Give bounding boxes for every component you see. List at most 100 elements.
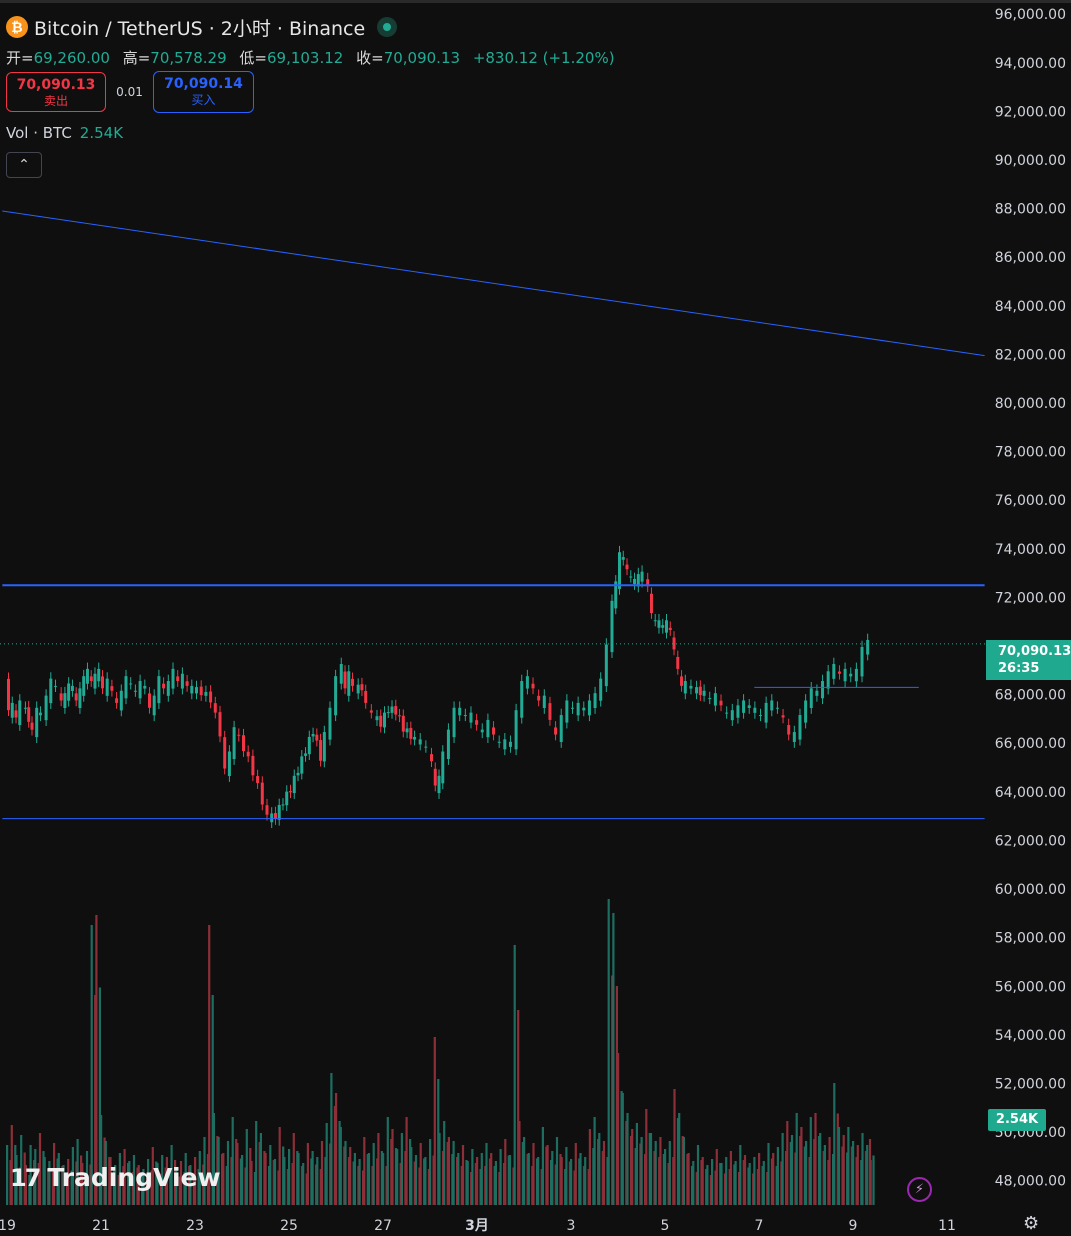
- volume-bar: [419, 1143, 422, 1205]
- candle-body: [837, 671, 841, 674]
- candle-body: [730, 710, 734, 721]
- volume-bar: [513, 945, 516, 1205]
- volume-bar: [729, 1151, 732, 1205]
- tradingview-logo[interactable]: 17 TradingView: [10, 1163, 221, 1192]
- volume-bar: [823, 1145, 826, 1205]
- volume-legend[interactable]: Vol · BTC 2.54K: [6, 124, 623, 142]
- candle-body: [78, 688, 82, 709]
- x-tick-label: 7: [755, 1218, 764, 1234]
- volume-bar: [471, 1149, 474, 1205]
- lightning-icon[interactable]: ⚡: [907, 1177, 932, 1202]
- volume-bar: [574, 1143, 577, 1205]
- volume-bar: [278, 1127, 281, 1205]
- candle-body: [246, 751, 250, 757]
- volume-bar: [584, 1157, 587, 1205]
- candle-body: [764, 702, 768, 723]
- tradingview-mark-icon: 17: [10, 1163, 41, 1192]
- candle-body: [251, 755, 255, 776]
- price-chart[interactable]: 96,000.00 94,000.00 92,000.00 90,000.00 88,0…: [0, 0, 1071, 1236]
- volume-bar: [565, 1147, 568, 1205]
- y-tick-label: 82,000.00: [995, 347, 1066, 363]
- high-label: 高=: [122, 49, 151, 67]
- volume-bar: [485, 1143, 488, 1205]
- volume-bar: [837, 1127, 841, 1205]
- candle-body: [218, 712, 222, 737]
- volume-bar: [250, 1161, 253, 1205]
- volume-bar: [682, 1137, 685, 1205]
- buy-button[interactable]: 70,090.14 买入: [153, 71, 254, 113]
- candle-body: [525, 676, 529, 689]
- candle-body: [157, 676, 161, 704]
- y-tick-label: 62,000.00: [995, 833, 1066, 849]
- sell-button[interactable]: 70,090.13 卖出: [6, 72, 106, 112]
- volume-bar: [541, 1127, 544, 1205]
- volume-bar: [330, 1073, 333, 1205]
- volume-bar: [523, 1137, 526, 1205]
- volume-bar: [626, 1113, 629, 1205]
- volume-bar: [598, 1133, 601, 1205]
- candle-body: [469, 712, 473, 723]
- low-value: 69,103.12: [266, 49, 344, 67]
- volume-bar: [617, 1053, 620, 1205]
- candle-body: [360, 684, 364, 691]
- candle-body: [59, 693, 63, 701]
- volume-bar: [457, 1153, 460, 1205]
- candle-body: [171, 668, 175, 689]
- candle-body: [437, 775, 441, 794]
- volume-bar: [400, 1133, 403, 1205]
- candle-body: [804, 700, 808, 723]
- y-tick-label: 80,000.00: [995, 396, 1066, 412]
- candle-body: [475, 720, 479, 725]
- candle-body: [548, 703, 552, 720]
- candle-body: [742, 700, 746, 713]
- candle-body: [105, 678, 109, 696]
- candle-body: [610, 600, 614, 653]
- candle-body: [101, 676, 104, 689]
- y-tick-label: 76,000.00: [995, 493, 1066, 509]
- candle-body: [486, 719, 490, 738]
- y-tick-label: 96,000.00: [995, 7, 1066, 23]
- candle-body: [458, 707, 462, 716]
- volume-bar: [476, 1157, 479, 1205]
- volume-bar: [842, 1135, 845, 1205]
- candle-body: [413, 736, 417, 740]
- candle-body: [430, 754, 433, 762]
- gear-icon[interactable]: ⚙: [1023, 1213, 1039, 1234]
- volume-bar: [226, 1141, 230, 1205]
- volume-bar: [739, 1145, 742, 1205]
- volume-value: 2.54K: [79, 124, 124, 142]
- volume-bar: [790, 1135, 794, 1205]
- symbol-title-row[interactable]: ₿ Bitcoin / TetherUS · 2小时 · Binance: [6, 14, 623, 40]
- volume-bar: [302, 1163, 305, 1205]
- close-label: 收=: [356, 49, 384, 67]
- candle-body: [10, 702, 14, 718]
- candle-body: [604, 644, 608, 687]
- volume-bar: [382, 1153, 385, 1205]
- y-tick-label: 74,000.00: [995, 542, 1066, 558]
- volume-bar: [95, 915, 98, 1205]
- candle-body: [418, 739, 422, 745]
- candle-body: [398, 715, 402, 717]
- candle-body: [223, 737, 227, 769]
- y-tick-label: 60,000.00: [995, 882, 1066, 898]
- candle-body: [559, 715, 563, 743]
- volume-bar: [339, 1127, 342, 1205]
- volume-bar: [429, 1139, 432, 1205]
- symbol-title[interactable]: Bitcoin / TetherUS · 2小时 · Binance: [34, 14, 365, 41]
- candle-body: [629, 576, 633, 578]
- volume-bar: [269, 1145, 272, 1205]
- open-value: 69,260.00: [33, 49, 110, 67]
- candle-body: [599, 678, 603, 701]
- volume-bar: [847, 1127, 850, 1205]
- candle-body: [676, 656, 680, 669]
- x-tick-label: 19: [0, 1218, 16, 1234]
- volume-bar: [696, 1145, 700, 1205]
- bitcoin-icon: ₿: [6, 16, 28, 38]
- candle-body: [364, 690, 368, 703]
- candle-body: [339, 664, 343, 684]
- candle-body: [405, 728, 409, 733]
- candle-body: [296, 772, 300, 776]
- x-tick-label: 9: [849, 1218, 858, 1234]
- volume-bar: [461, 1145, 465, 1205]
- collapse-legend-button[interactable]: ⌃: [6, 152, 42, 178]
